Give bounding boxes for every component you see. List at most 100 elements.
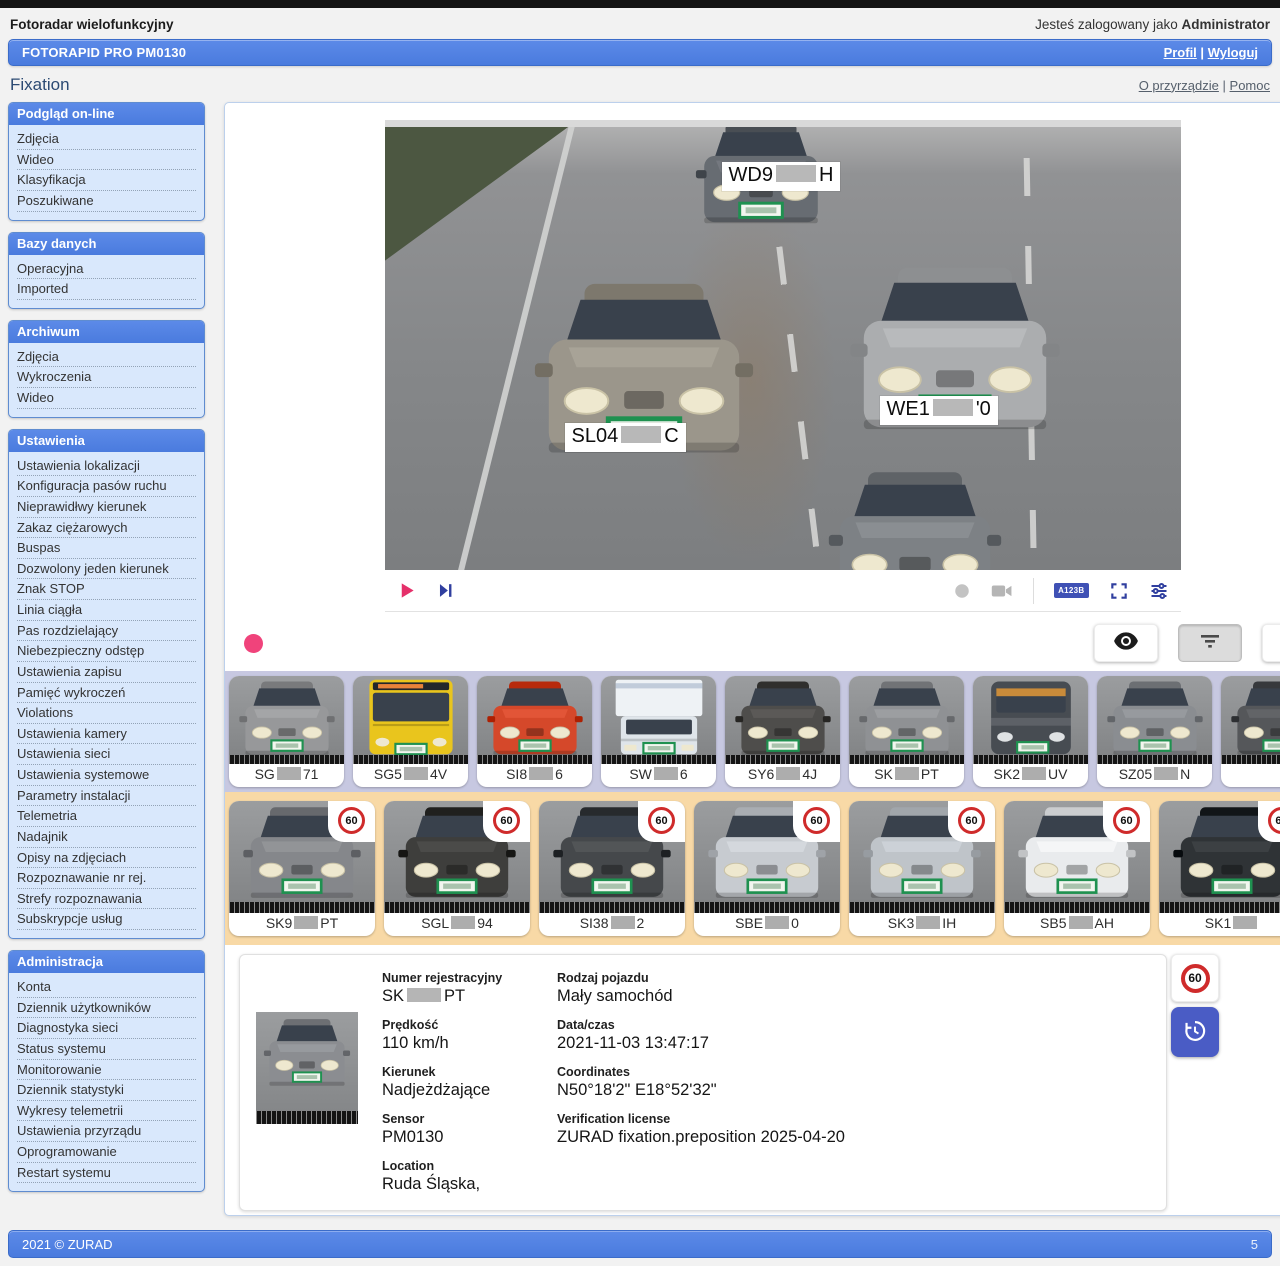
sidebar-item[interactable]: Violations xyxy=(17,703,196,724)
filter-button[interactable] xyxy=(1178,624,1242,662)
record-icon[interactable] xyxy=(953,582,971,600)
logout-link[interactable]: Wyloguj xyxy=(1208,45,1258,60)
sidebar-item[interactable]: Wideo xyxy=(17,150,196,171)
vehicle-thumbnail[interactable]: SG54V xyxy=(353,676,468,787)
skip-next-icon[interactable] xyxy=(436,581,455,600)
violation-detail-card: Numer rejestracyjnySKPTPrędkość110 km/hK… xyxy=(239,954,1167,1211)
sidebar-item[interactable]: Pas rozdzielający xyxy=(17,621,196,642)
sidebar-item[interactable]: Dziennik statystyki xyxy=(17,1080,196,1101)
sidebar-item[interactable]: Restart systemu xyxy=(17,1163,196,1184)
vehicle-thumbnail-image xyxy=(229,676,344,764)
vehicle-thumbnail[interactable]: 60SK3IH xyxy=(849,801,995,936)
plate-recognition-toggle-icon[interactable]: A123B xyxy=(1054,583,1088,598)
sidebar-item[interactable]: Ustawienia sieci xyxy=(17,744,196,765)
sidebar-item[interactable]: Dozwolony jeden kierunek xyxy=(17,559,196,580)
vehicle-thumbnail[interactable]: SZ05N xyxy=(1097,676,1212,787)
sidebar-item[interactable]: Ustawienia zapisu xyxy=(17,662,196,683)
vehicle-thumbnail[interactable]: 60SGL94 xyxy=(384,801,530,936)
sidebar-section: ArchiwumZdjęciaWykroczeniaWideo xyxy=(8,320,205,418)
field-label: Location xyxy=(382,1159,517,1173)
page-title: Fixation xyxy=(10,75,70,95)
vehicle-thumbnail-image xyxy=(601,676,716,764)
footer-bar: 2021 © ZURAD 5 xyxy=(8,1230,1272,1258)
redaction-block xyxy=(294,916,318,929)
vehicle-thumbnail[interactable]: SW6 xyxy=(601,676,716,787)
visibility-button[interactable] xyxy=(1094,624,1158,662)
sidebar-item[interactable]: Telemetria xyxy=(17,806,196,827)
sidebar-item[interactable]: Klasyfikacja xyxy=(17,170,196,191)
sidebar-item[interactable]: Linia ciągła xyxy=(17,600,196,621)
sidebar-item[interactable]: Ustawienia lokalizacji xyxy=(17,456,196,477)
sidebar-item[interactable]: Parametry instalacji xyxy=(17,786,196,807)
sidebar-item[interactable]: Diagnostyka sieci xyxy=(17,1018,196,1039)
field-value: SKPT xyxy=(382,987,517,1006)
sidebar-item[interactable]: Dziennik użytkowników xyxy=(17,998,196,1019)
sidebar-item[interactable]: Poszukiwane xyxy=(17,191,196,212)
sidebar-item[interactable]: Konfiguracja pasów ruchu xyxy=(17,476,196,497)
sidebar-item[interactable]: Zakaz ciężarowych xyxy=(17,518,196,539)
sidebar-item[interactable]: Zdjęcia xyxy=(17,347,196,368)
sidebar-item[interactable]: Znak STOP xyxy=(17,579,196,600)
redaction-block xyxy=(621,426,661,443)
sidebar-item[interactable]: Status systemu xyxy=(17,1039,196,1060)
redaction-block xyxy=(916,916,940,929)
profile-link[interactable]: Profil xyxy=(1164,45,1197,60)
sidebar-item[interactable]: Nieprawidłwy kierunek xyxy=(17,497,196,518)
sidebar-item[interactable]: Ustawienia przyrządu xyxy=(17,1121,196,1142)
sidebar-item[interactable]: Ustawienia systemowe xyxy=(17,765,196,786)
sidebar-item[interactable]: Wideo xyxy=(17,388,196,409)
videocam-icon[interactable] xyxy=(991,582,1013,600)
sidebar-item[interactable]: Wykroczenia xyxy=(17,367,196,388)
sidebar-item[interactable]: Buspas xyxy=(17,538,196,559)
vehicle-thumbnail[interactable]: SY64J xyxy=(725,676,840,787)
sidebar-item[interactable]: Oprogramowanie xyxy=(17,1142,196,1163)
plate-caption: SI382 xyxy=(539,913,685,936)
plate-caption: SG71 xyxy=(229,764,344,787)
sidebar-item[interactable]: Niebezpieczny odstęp xyxy=(17,641,196,662)
vehicle-thumbnail[interactable]: 60SK1 xyxy=(1159,801,1280,936)
sidebar-item[interactable]: Zdjęcia xyxy=(17,129,196,150)
field-value: 2021-11-03 13:47:17 xyxy=(557,1034,845,1053)
sidebar-item[interactable]: Ustawienia kamery xyxy=(17,724,196,745)
sidebar-item[interactable]: Konta xyxy=(17,977,196,998)
sidebar-section-header: Administracja xyxy=(9,951,204,973)
photo-metadata-strip xyxy=(477,755,592,764)
about-device-link[interactable]: O przyrządzie xyxy=(1139,78,1219,93)
vehicle-thumbnail[interactable] xyxy=(1221,676,1280,787)
announce-plate-button[interactable] xyxy=(1262,624,1280,662)
redaction-block xyxy=(776,165,816,182)
play-icon[interactable] xyxy=(397,581,416,600)
vehicle-thumbnail[interactable]: 60SI382 xyxy=(539,801,685,936)
vehicle-thumbnail[interactable]: 60SBE0 xyxy=(694,801,840,936)
speed-limit-sign: 60 xyxy=(1113,807,1140,834)
sidebar-section-body: ZdjęciaWykroczeniaWideo xyxy=(9,343,204,417)
vehicle-thumbnail[interactable]: 60 SB5AH xyxy=(1004,801,1150,936)
sidebar-item[interactable]: Nadajnik xyxy=(17,827,196,848)
vehicle-thumbnail[interactable]: SG71 xyxy=(229,676,344,787)
vehicle-thumbnail[interactable]: SKPT xyxy=(849,676,964,787)
sidebar-item[interactable]: Operacyjna xyxy=(17,259,196,280)
sidebar-item[interactable]: Subskrypcje usług xyxy=(17,909,196,930)
action-row xyxy=(225,612,1280,671)
sidebar-item[interactable]: Rozpoznawanie nr rej. xyxy=(17,868,196,889)
plate-caption: SB5AH xyxy=(1004,913,1150,936)
photo-metadata-strip xyxy=(229,902,375,913)
help-link[interactable]: Pomoc xyxy=(1230,78,1270,93)
detail-fields-left: Numer rejestracyjnySKPTPrędkość110 km/hK… xyxy=(382,968,517,1194)
speed-limit-notch: 60 xyxy=(1258,801,1280,842)
sidebar-item[interactable]: Strefy rozpoznawania xyxy=(17,889,196,910)
sidebar-item[interactable]: Imported xyxy=(17,279,196,300)
fullscreen-icon[interactable] xyxy=(1109,581,1129,601)
sidebar-item[interactable]: Wykresy telemetrii xyxy=(17,1101,196,1122)
sidebar-item[interactable]: Monitorowanie xyxy=(17,1060,196,1081)
sidebar-item[interactable]: Pamięć wykroczeń xyxy=(17,683,196,704)
history-button[interactable] xyxy=(1171,1007,1219,1057)
plate-caption: SGL94 xyxy=(384,913,530,936)
redaction-block xyxy=(529,767,553,780)
vehicle-thumbnail[interactable]: SK2UV xyxy=(973,676,1088,787)
vehicle-thumbnail[interactable]: SI86 xyxy=(477,676,592,787)
vehicle-thumbnail[interactable]: 60SK9PT xyxy=(229,801,375,936)
tune-settings-icon[interactable] xyxy=(1149,581,1169,601)
sidebar-item[interactable]: Opisy na zdjęciach xyxy=(17,848,196,869)
login-prefix: Jesteś zalogowany jako xyxy=(1035,17,1178,32)
